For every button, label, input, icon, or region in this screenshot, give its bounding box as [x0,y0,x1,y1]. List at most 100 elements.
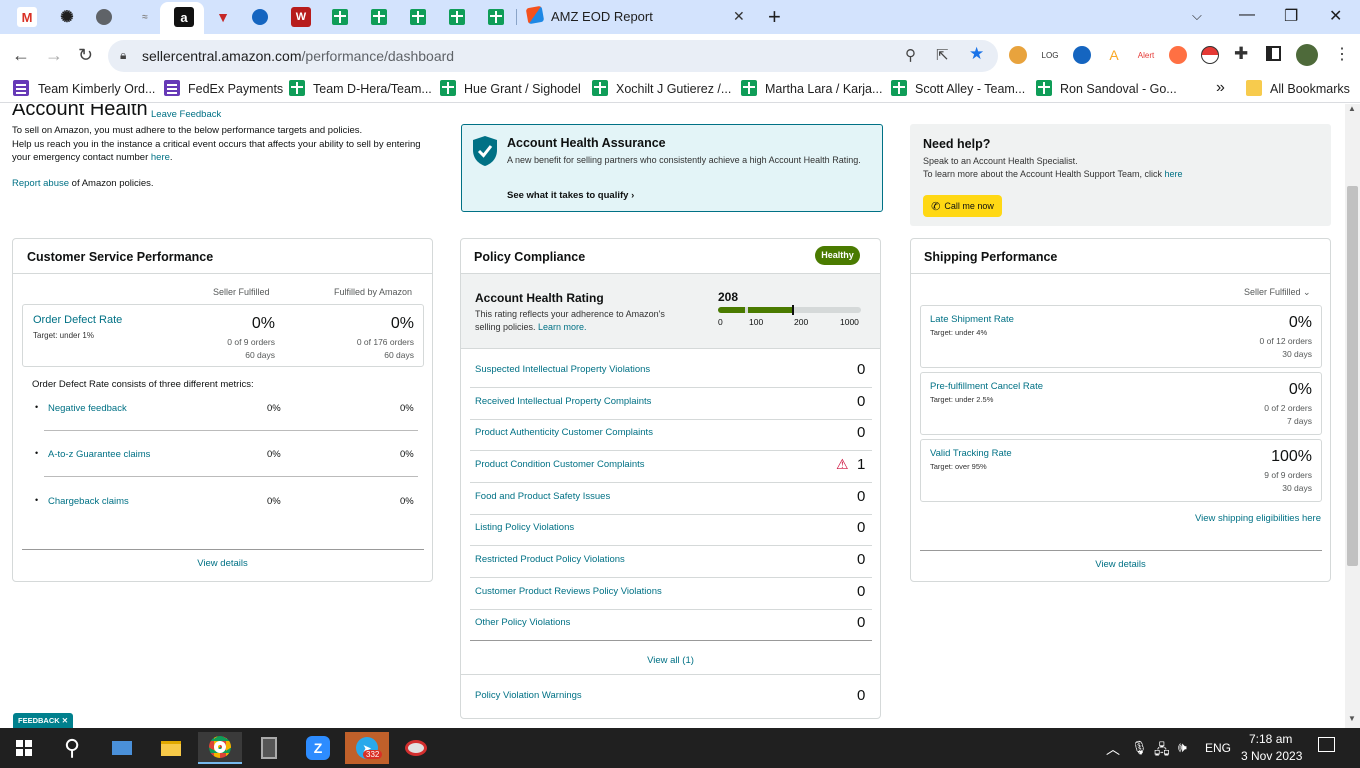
language-indicator[interactable]: ENG [1205,741,1231,755]
clock-time[interactable]: 7:18 am [1249,732,1292,746]
bookmark-8[interactable]: Ron Sandoval - Go... [1060,82,1177,96]
side-panel-icon[interactable] [1266,46,1281,61]
globe-icon[interactable] [96,9,112,25]
extensions-puzzle-icon[interactable]: ✚ [1234,44,1248,64]
telegram-icon[interactable]: ➤ [345,732,389,764]
new-tab-button[interactable]: + [768,4,781,30]
scroll-down-arrow[interactable]: ▼ [1348,714,1356,723]
volume-icon[interactable]: 🕪︎ [1178,739,1187,756]
dots-icon[interactable] [252,9,268,25]
notifications-icon[interactable] [1318,737,1335,752]
snipping-tool-icon[interactable] [394,732,438,764]
shipping-metric-link[interactable]: Pre-fulfillment Cancel Rate [930,381,1043,392]
tab-amz-eod-report[interactable]: AMZ EOD Report ✕ [518,0,758,34]
policy-row-label[interactable]: Other Policy Violations [475,617,570,628]
bookmark-7[interactable]: Scott Alley - Team... [915,82,1025,96]
share-icon[interactable]: ⇱ [936,46,949,64]
extension-alert-icon[interactable]: Alert [1137,46,1155,64]
odr-link[interactable]: Order Defect Rate [33,314,122,326]
bookmark-2[interactable]: FedEx Payments [188,82,283,96]
sheets-icon[interactable] [486,7,506,27]
support-team-link[interactable]: here [1164,169,1182,179]
clock-date[interactable]: 3 Nov 2023 [1241,749,1302,763]
file-explorer-icon[interactable] [149,732,193,764]
close-tab-icon[interactable]: ✕ [733,8,745,25]
bookmark-5[interactable]: Xochilt J Gutierez /... [616,82,731,96]
bookmark-1[interactable]: Team Kimberly Ord... [38,82,155,96]
search-icon[interactable]: ⚲ [50,732,94,764]
w-icon[interactable]: W [291,7,311,27]
chrome-taskbar-icon[interactable] [198,732,242,764]
policy-row-label[interactable]: Suspected Intellectual Property Violatio… [475,364,650,375]
emergency-contact-link[interactable]: here [151,152,170,163]
start-button[interactable] [2,732,46,764]
sheets-icon[interactable] [330,7,350,27]
policy-row-label[interactable]: Product Authenticity Customer Complaints [475,427,653,438]
sheets-icon[interactable] [408,7,428,27]
reload-icon[interactable]: ↻ [78,45,93,66]
bookmark-3[interactable]: Team D-Hera/Team... [313,82,432,96]
fulfillment-filter-dropdown[interactable]: Seller Fulfilled ⌄ [1244,287,1311,298]
bookmarks-overflow-button[interactable]: » [1216,79,1225,97]
assurance-qualify-link[interactable]: See what it takes to qualify › [507,190,634,201]
extension-firefox-icon[interactable] [1169,46,1187,64]
metric-atoz-claims[interactable]: A-to-z Guarantee claims [48,449,150,460]
report-abuse-link[interactable]: Report abuse [12,178,69,189]
view-all-link[interactable]: View all (1) [461,655,880,666]
forward-icon[interactable]: → [45,45,63,66]
show-hidden-icons[interactable]: ︿ [1106,739,1120,759]
address-bar[interactable]: 🔒︎ sellercentral.amazon.com/performance/… [108,40,998,72]
policy-row-label[interactable]: Product Condition Customer Complaints [475,459,645,470]
close-window-button[interactable]: ✕ [1329,6,1342,26]
bookmark-star-icon[interactable]: ★ [969,44,984,64]
extension-lifebuoy-icon[interactable] [1073,46,1091,64]
metric-negative-feedback[interactable]: Negative feedback [48,403,127,414]
openai-icon[interactable]: ✺ [57,7,77,27]
metric-chargeback-claims[interactable]: Chargeback claims [48,496,129,507]
policy-row-label[interactable]: Listing Policy Violations [475,522,574,533]
leave-feedback-link[interactable]: Leave Feedback [151,109,221,120]
url-text[interactable]: sellercentral.amazon.com/performance/das… [142,48,454,64]
bookmark-6[interactable]: Martha Lara / Karja... [765,82,882,96]
file-manager-icon[interactable] [100,732,144,764]
learn-more-link[interactable]: Learn more. [538,322,587,332]
shipping-metric-link[interactable]: Late Shipment Rate [930,314,1014,325]
gmail-icon[interactable]: M [17,7,37,27]
network-icon[interactable]: 🖧︎ [1154,739,1170,763]
bookmark-4[interactable]: Hue Grant / Sighodel [464,82,581,96]
sheets-icon[interactable] [369,7,389,27]
vector-icon[interactable]: ▼ [213,7,233,27]
sheets-icon[interactable] [447,7,467,27]
zoom-icon[interactable]: Z [296,732,340,764]
minimize-button[interactable]: — [1239,6,1255,24]
shipping-eligibility-link[interactable]: View shipping eligibilities here [1195,513,1321,524]
amazon-icon[interactable]: a [174,7,194,27]
policy-row-label[interactable]: Food and Product Safety Issues [475,491,610,502]
policy-row-label[interactable]: Customer Product Reviews Policy Violatio… [475,586,662,597]
zoom-search-icon[interactable]: ⚲ [905,46,916,64]
feedback-tab[interactable]: FEEDBACK ✕ [13,713,74,728]
scrollbar-thumb[interactable] [1347,186,1358,566]
back-icon[interactable]: ← [12,45,30,66]
profile-avatar[interactable] [1296,44,1318,66]
extension-boost-icon[interactable]: A [1105,46,1123,64]
extension-fox-icon[interactable] [1009,46,1027,64]
image-icon[interactable]: ≈ [135,7,155,27]
policy-violation-warnings-link[interactable]: Policy Violation Warnings [475,690,582,701]
calculator-icon[interactable] [247,732,291,764]
ship-view-details-link[interactable]: View details [911,559,1330,570]
site-info-icon[interactable]: 🔒︎ [120,48,126,63]
restore-button[interactable]: ❐ [1284,6,1298,26]
shipping-metric-link[interactable]: Valid Tracking Rate [930,448,1012,459]
policy-row-label[interactable]: Received Intellectual Property Complaint… [475,396,651,407]
cs-view-details-link[interactable]: View details [13,558,432,569]
scroll-up-arrow[interactable]: ▲ [1348,104,1356,113]
all-bookmarks-button[interactable]: All Bookmarks [1270,82,1350,96]
tab-search-icon[interactable]: ⌵ [1192,8,1202,24]
browser-menu-icon[interactable]: ⋮ [1334,44,1350,64]
extension-loupe-icon[interactable]: LOG [1041,46,1059,64]
microphone-icon[interactable]: 🎙︎ [1131,740,1148,756]
policy-row-label[interactable]: Restricted Product Policy Violations [475,554,625,565]
call-me-now-button[interactable]: ✆ Call me now [923,195,1002,217]
extension-pokeball-icon[interactable] [1201,46,1219,64]
